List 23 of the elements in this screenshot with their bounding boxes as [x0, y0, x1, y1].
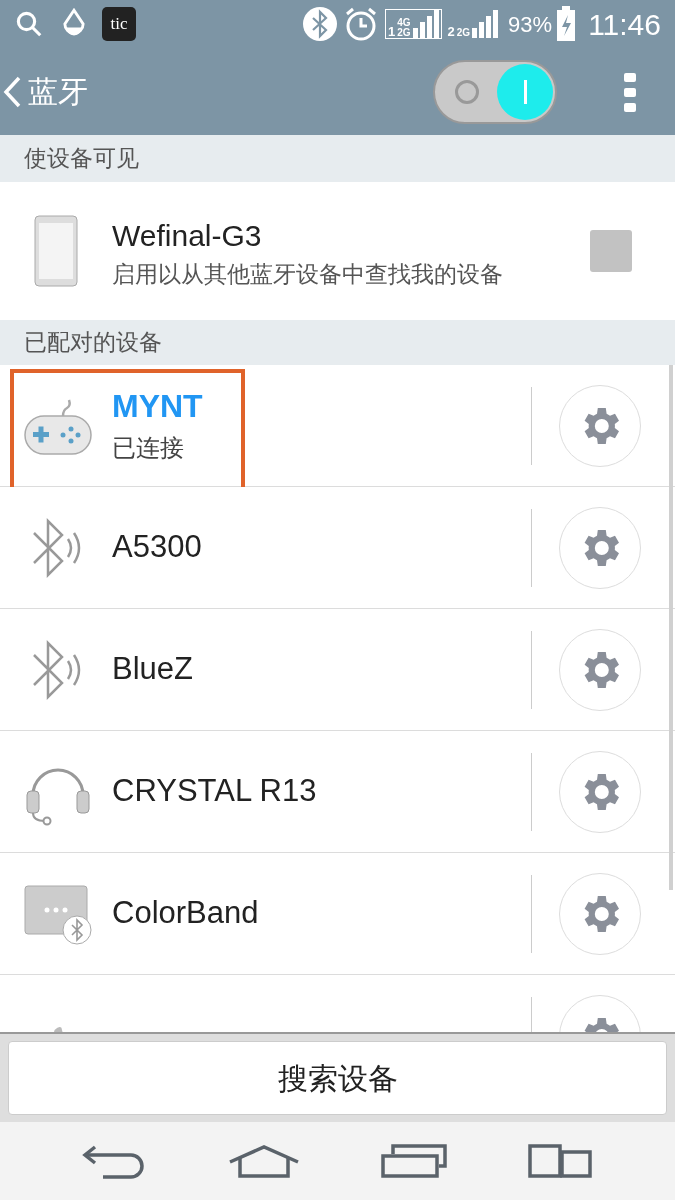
bluetooth-icon	[302, 7, 337, 41]
device-name[interactable]: CRYSTAL R13	[112, 772, 531, 811]
phone-icon	[34, 215, 78, 287]
section-header: 使设备可见	[24, 144, 139, 174]
app-badge: tic	[102, 7, 136, 41]
search-devices-button[interactable]: 搜索设备	[8, 1041, 667, 1115]
device-name[interactable]: BlueZ	[112, 650, 531, 689]
visibility-description: 启用以从其他蓝牙设备中查找我的设备	[112, 259, 504, 289]
home-icon[interactable]	[227, 1144, 300, 1178]
dual-window-icon[interactable]	[528, 1144, 595, 1178]
clock: 11:46	[588, 6, 661, 43]
recent-apps-icon[interactable]	[381, 1144, 448, 1178]
search-icon	[14, 9, 44, 39]
visibility-checkbox[interactable]	[590, 230, 632, 272]
back-nav-icon[interactable]	[80, 1143, 147, 1179]
device-name[interactable]: ColorBand	[112, 894, 531, 933]
battery-charging-icon	[556, 6, 577, 42]
device-name: Wefinal-G3	[112, 217, 263, 254]
more-options-icon[interactable]	[623, 71, 637, 112]
section-header: 已配对的设备	[24, 328, 162, 358]
device-name[interactable]: A5300	[112, 528, 531, 567]
battery-level: 93%	[508, 10, 553, 39]
device-status: 已连接	[112, 432, 185, 463]
